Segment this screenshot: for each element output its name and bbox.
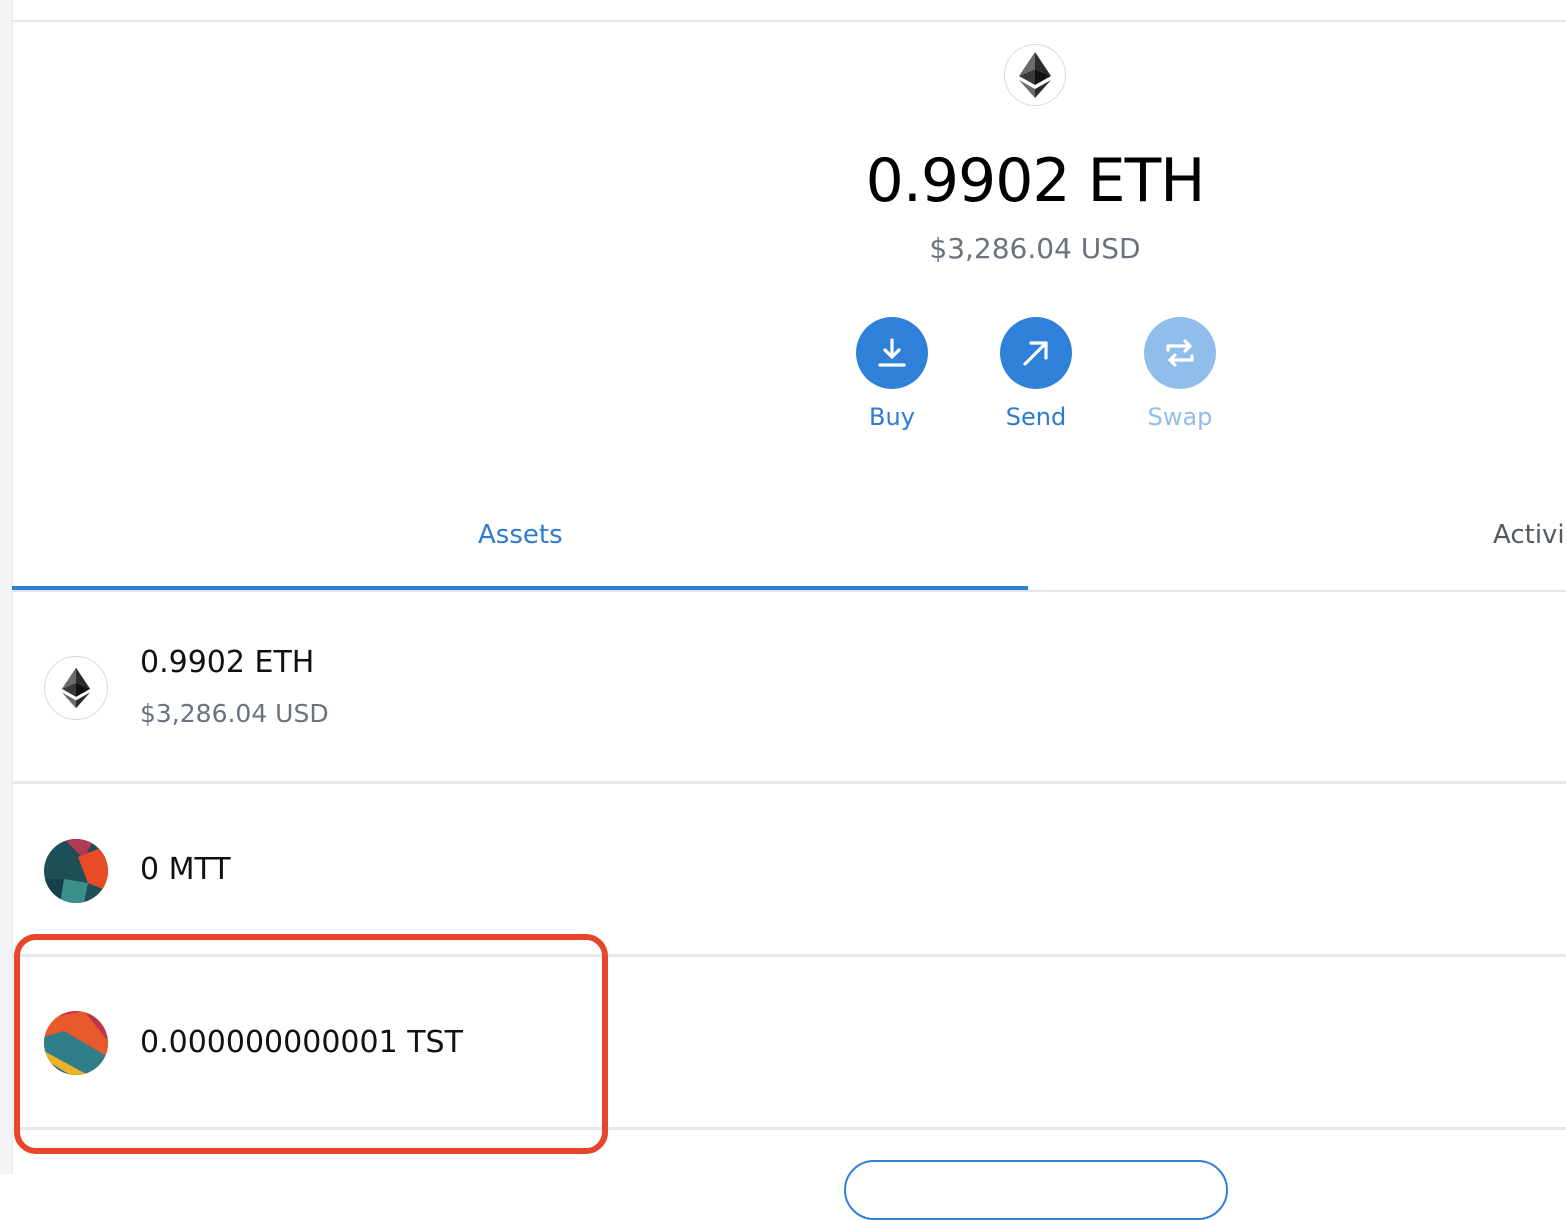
buy-button[interactable]: Buy: [817, 317, 967, 431]
bottom-action-button[interactable]: [844, 1160, 1228, 1220]
balance-amount: 0.9902 ETH: [865, 146, 1206, 216]
tab-assets[interactable]: Assets: [478, 520, 563, 550]
asset-fiat: $3,286.04 USD: [140, 699, 329, 728]
list-item-mtt[interactable]: 0 MTT: [12, 784, 1566, 957]
swap-label: Swap: [1147, 403, 1213, 431]
tab-bar: Assets Activi: [12, 500, 1566, 592]
ethereum-icon: [44, 656, 108, 720]
ethereum-icon: [1004, 44, 1066, 106]
asset-amount: 0 MTT: [140, 852, 231, 887]
tab-activity[interactable]: Activi: [1493, 520, 1565, 550]
swap-icon[interactable]: [1144, 317, 1216, 389]
arrow-up-right-icon[interactable]: [1000, 317, 1072, 389]
download-icon[interactable]: [856, 317, 928, 389]
send-button[interactable]: Send: [961, 317, 1111, 431]
asset-amount: 0.9902 ETH: [140, 645, 315, 680]
send-label: Send: [1005, 403, 1067, 431]
mtt-token-icon: [44, 839, 108, 903]
top-divider: [12, 20, 1566, 22]
active-tab-indicator: [12, 586, 1028, 590]
balance-fiat: $3,286.04 USD: [929, 232, 1141, 265]
tab-divider: [12, 590, 1566, 592]
list-item-eth[interactable]: 0.9902 ETH $3,286.04 USD: [12, 593, 1566, 784]
highlight-box: [14, 934, 608, 1154]
buy-label: Buy: [869, 403, 915, 431]
swap-button[interactable]: Swap: [1105, 317, 1255, 431]
